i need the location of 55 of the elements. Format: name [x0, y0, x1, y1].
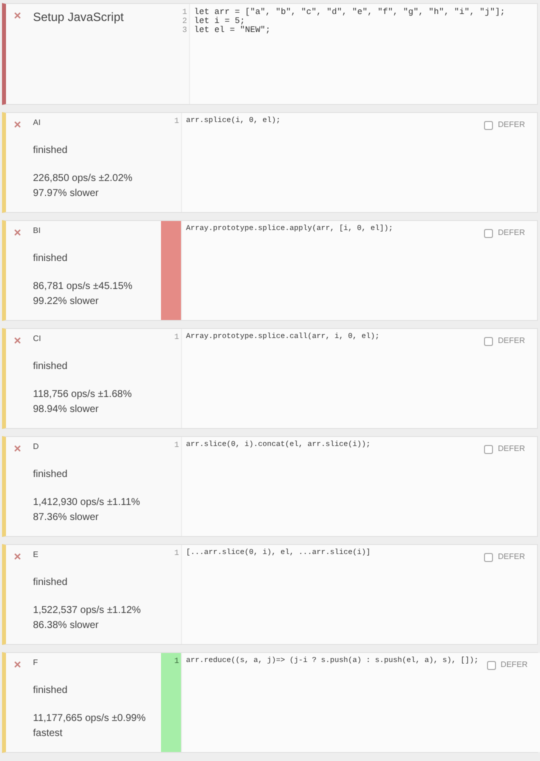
code-line: let i = 5;: [194, 17, 246, 26]
relative-speed-text: 99.22% slower: [33, 295, 100, 309]
code-line: let el = "NEW";: [194, 26, 272, 35]
ops-text: 86,781 ops/s ±45.15%: [33, 280, 132, 294]
relative-speed-text: 87.36% slower: [33, 511, 100, 525]
close-icon[interactable]: [14, 337, 21, 344]
defer-label: DEFER: [498, 119, 525, 131]
test-title: AI: [33, 117, 42, 129]
close-icon[interactable]: [14, 229, 21, 236]
defer-checkbox[interactable]: [484, 552, 493, 562]
close-icon[interactable]: [14, 553, 21, 560]
relative-speed-text: 86.38% slower: [33, 619, 100, 633]
line-number: 1: [181, 8, 187, 17]
status-text: finished: [33, 684, 68, 698]
status-text: finished: [33, 144, 68, 158]
line-number: 2: [181, 17, 187, 26]
status-text: finished: [33, 468, 68, 482]
defer-label: DEFER: [500, 659, 528, 671]
status-text: finished: [33, 252, 68, 266]
code-line: let arr = ["a", "b", "c", "d", "e", "f", "g", "h", "i", "j"];: [194, 8, 506, 17]
status-text: finished: [33, 360, 68, 374]
line-number: 1: [174, 333, 179, 344]
close-icon[interactable]: [14, 661, 21, 668]
setup-title: Setup JavaScript: [33, 9, 124, 26]
defer-checkbox[interactable]: [486, 660, 496, 670]
defer-label: DEFER: [498, 551, 525, 563]
ops-text: 1,412,930 ops/s ±1.11%: [33, 496, 140, 510]
relative-speed-text: 97.97% slower: [33, 187, 100, 201]
test-title: F: [33, 657, 39, 669]
status-text: finished: [33, 576, 68, 590]
test-title: BI: [33, 225, 42, 237]
ops-text: 1,522,537 ops/s ±1.12%: [33, 604, 141, 618]
ops-text: 118,756 ops/s ±1.68%: [33, 388, 132, 402]
close-icon[interactable]: [14, 12, 21, 19]
test-title: CI: [33, 333, 42, 345]
line-number: 1: [174, 441, 179, 452]
close-icon[interactable]: [14, 445, 21, 452]
ops-text: 11,177,665 ops/s ±0.99%: [33, 712, 146, 726]
line-number: 1: [174, 657, 179, 668]
relative-speed-text: 98.94% slower: [33, 403, 100, 417]
ops-text: 226,850 ops/s ±2.02%: [33, 172, 132, 186]
close-icon[interactable]: [14, 121, 21, 128]
defer-checkbox[interactable]: [484, 444, 493, 454]
defer-checkbox[interactable]: [484, 120, 493, 130]
defer-checkbox[interactable]: [484, 336, 493, 346]
test-title: D: [33, 441, 40, 453]
test-title: E: [33, 549, 40, 561]
defer-label: DEFER: [498, 335, 525, 347]
line-number: 1: [174, 117, 179, 128]
defer-label: DEFER: [498, 227, 525, 239]
defer-label: DEFER: [498, 443, 525, 455]
line-number: 3: [181, 26, 187, 35]
defer-checkbox[interactable]: [484, 228, 493, 238]
line-number: 1: [174, 549, 179, 560]
relative-speed-text: fastest: [33, 727, 64, 741]
